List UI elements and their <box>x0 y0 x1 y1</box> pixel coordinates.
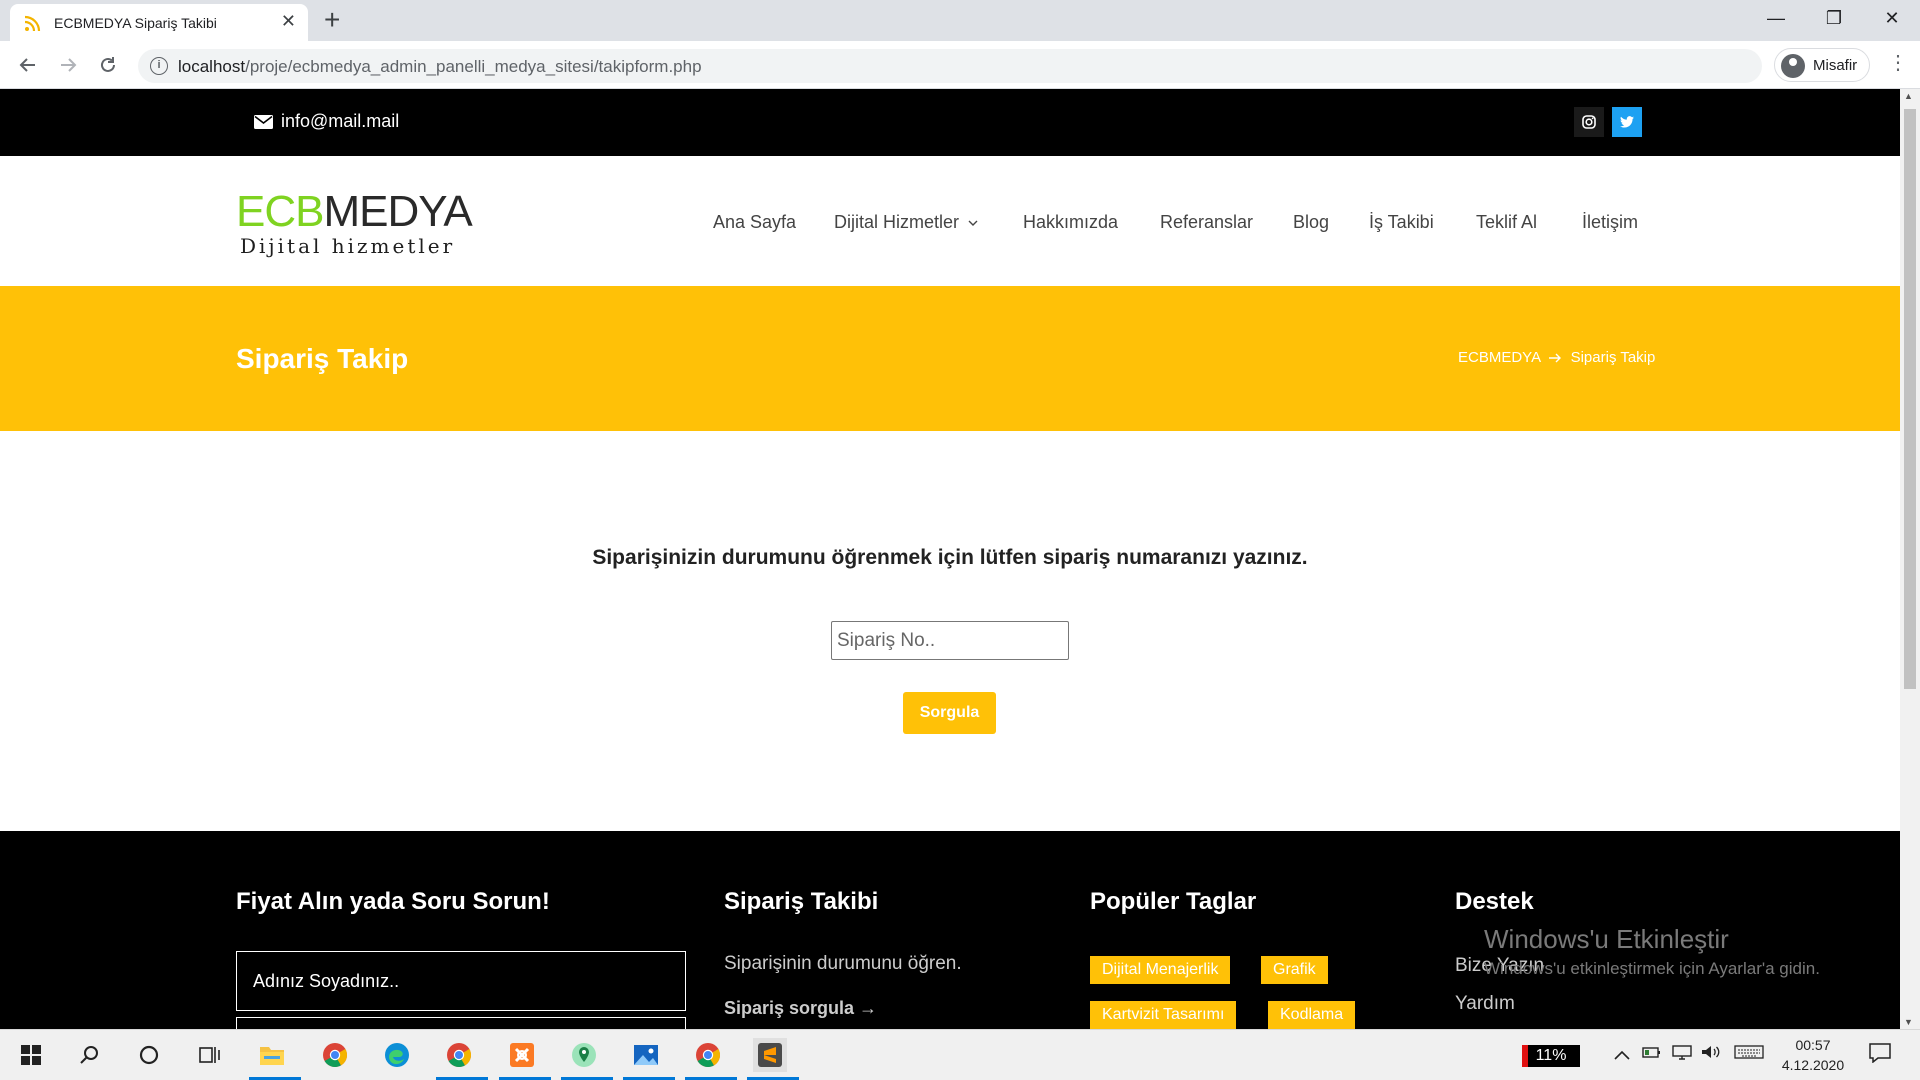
tab-title: ECBMEDYA Sipariş Takibi <box>54 15 217 31</box>
nav-iletisim[interactable]: İletişim <box>1582 212 1638 233</box>
site-header: ECBMEDYA Dijital hizmetler Ana Sayfa Dij… <box>0 156 1900 286</box>
browser-toolbar: i localhost/proje/ecbmedya_admin_panelli… <box>0 41 1920 89</box>
chevron-down-icon <box>968 220 978 226</box>
footer-name-input[interactable] <box>236 951 686 1011</box>
chrome-icon[interactable] <box>442 1038 476 1072</box>
order-prompt: Siparişinizin durumunu öğrenmek için lüt… <box>592 546 1308 569</box>
nav-dijital-hizmetler[interactable]: Dijital Hizmetler <box>834 212 978 233</box>
task-view-icon[interactable] <box>193 1038 227 1072</box>
address-bar[interactable]: i localhost/proje/ecbmedya_admin_panelli… <box>138 49 1762 83</box>
chrome-icon[interactable] <box>318 1038 352 1072</box>
network-icon[interactable] <box>1672 1044 1692 1065</box>
instagram-icon <box>1582 115 1596 129</box>
tab-close-icon[interactable]: ✕ <box>281 12 296 30</box>
chrome-icon[interactable] <box>691 1038 725 1072</box>
page-banner: Sipariş Takip ECBMEDYA Sipariş Takip <box>0 286 1900 431</box>
envelope-icon <box>254 114 273 129</box>
top-contact-bar: info@mail.mail <box>0 89 1900 156</box>
maps-icon[interactable] <box>567 1038 601 1072</box>
page-title: Sipariş Takip <box>236 343 409 374</box>
tag-item[interactable]: Kartvizit Tasarımı <box>1090 1001 1237 1029</box>
volume-icon[interactable] <box>1700 1044 1720 1065</box>
nav-referanslar[interactable]: Referanslar <box>1160 212 1253 233</box>
site-logo[interactable]: ECBMEDYA Dijital hizmetler <box>236 187 473 259</box>
footer-support-title: Destek <box>1455 888 1534 915</box>
footer-order-text: Siparişinin durumunu öğren. <box>724 953 962 974</box>
activation-watermark-text: Windows'u etkinleştirmek için Ayarlar'a … <box>1484 959 1820 978</box>
arrow-right-icon <box>1549 353 1562 363</box>
scroll-down-icon[interactable]: ▼ <box>1904 1017 1913 1027</box>
file-explorer-icon[interactable] <box>255 1038 289 1072</box>
footer-second-input[interactable] <box>236 1017 686 1029</box>
footer-support-link[interactable]: Yardım <box>1455 993 1515 1015</box>
back-arrow-icon[interactable] <box>14 51 42 79</box>
chevron-up-icon[interactable] <box>1614 1044 1630 1065</box>
query-button[interactable]: Sorgula <box>903 692 996 734</box>
nav-ana-sayfa[interactable]: Ana Sayfa <box>713 212 796 233</box>
nav-dijital-hizmetler-label: Dijital Hizmetler <box>834 212 960 232</box>
restore-button[interactable]: ❐ <box>1814 6 1854 30</box>
twitter-icon <box>1620 116 1634 128</box>
keyboard-icon[interactable] <box>1734 1044 1764 1065</box>
taskbar-clock[interactable]: 00:57 4.12.2020 <box>1776 1035 1850 1075</box>
profile-button[interactable]: Misafir <box>1774 48 1870 82</box>
breadcrumb-home[interactable]: ECBMEDYA <box>1458 349 1540 366</box>
footer-contact-title: Fiyat Alın yada Soru Sorun! <box>236 888 550 915</box>
menu-kebab-icon[interactable]: ⋮ <box>1888 53 1908 73</box>
footer-tags-title: Popüler Taglar <box>1090 888 1257 915</box>
profile-avatar-icon <box>1781 54 1805 78</box>
clock-time: 00:57 <box>1795 1037 1831 1053</box>
logo-tagline: Dijital hizmetler <box>240 234 456 258</box>
site-info-icon[interactable]: i <box>150 57 168 75</box>
profile-label: Misafir <box>1813 57 1858 74</box>
scroll-up-icon[interactable]: ▲ <box>1904 91 1913 101</box>
nav-hakkimizda[interactable]: Hakkımızda <box>1023 212 1118 233</box>
footer-order-link[interactable]: Sipariş sorgula → <box>724 998 877 1019</box>
cortana-icon[interactable] <box>132 1038 166 1072</box>
reload-icon[interactable] <box>94 51 122 79</box>
order-number-input[interactable] <box>831 621 1069 660</box>
twitter-link[interactable] <box>1612 107 1642 137</box>
clock-date: 4.12.2020 <box>1781 1057 1845 1073</box>
scroll-thumb[interactable] <box>1904 109 1916 689</box>
instagram-link[interactable] <box>1574 107 1604 137</box>
forward-arrow-icon[interactable] <box>54 51 82 79</box>
footer-order-title: Sipariş Takibi <box>724 888 879 915</box>
battery-indicator[interactable]: 11% <box>1522 1045 1580 1067</box>
page-viewport: info@mail.mail ECBMEDYA Dijital hizmetle… <box>0 89 1900 1029</box>
email-contact[interactable]: info@mail.mail <box>254 111 399 132</box>
browser-tab-strip: ECBMEDYA Sipariş Takibi ✕ + — ❐ ✕ <box>0 0 1920 41</box>
minimize-button[interactable]: — <box>1756 6 1796 30</box>
edge-icon[interactable] <box>380 1038 414 1072</box>
nav-blog[interactable]: Blog <box>1293 212 1329 233</box>
sublime-text-icon[interactable] <box>753 1038 787 1072</box>
email-text: info@mail.mail <box>281 111 400 131</box>
order-tracking-section: Siparişinizin durumunu öğrenmek için lüt… <box>0 431 1900 831</box>
feed-icon <box>24 15 41 32</box>
windows-taskbar: 11% 00:57 4.12.2020 <box>0 1029 1920 1080</box>
xampp-icon[interactable] <box>505 1038 539 1072</box>
close-window-button[interactable]: ✕ <box>1872 6 1912 30</box>
browser-tab[interactable]: ECBMEDYA Sipariş Takibi ✕ <box>10 4 308 41</box>
url-text: localhost/proje/ecbmedya_admin_panelli_m… <box>178 57 702 76</box>
nav-is-takibi[interactable]: İş Takibi <box>1369 212 1434 233</box>
breadcrumb: ECBMEDYA Sipariş Takip <box>1458 349 1655 366</box>
activation-watermark-title: Windows'u Etkinleştir <box>1484 924 1729 954</box>
tag-item[interactable]: Grafik <box>1261 956 1328 984</box>
nav-teklif-al[interactable]: Teklif Al <box>1476 212 1537 233</box>
windows-start-icon[interactable] <box>14 1038 48 1072</box>
page-scrollbar[interactable]: ▲ ▼ <box>1900 89 1920 1029</box>
battery-charging-icon[interactable] <box>1642 1044 1662 1065</box>
search-icon[interactable] <box>72 1038 106 1072</box>
photos-icon[interactable] <box>629 1038 663 1072</box>
new-tab-button[interactable]: + <box>324 6 340 34</box>
tag-item[interactable]: Kodlama <box>1268 1001 1356 1029</box>
breadcrumb-current: Sipariş Takip <box>1570 349 1656 366</box>
notifications-icon[interactable] <box>1869 1043 1891 1068</box>
tag-item[interactable]: Dijital Menajerlik <box>1090 956 1231 984</box>
logo-wordmark: ECBMEDYA <box>236 187 473 236</box>
